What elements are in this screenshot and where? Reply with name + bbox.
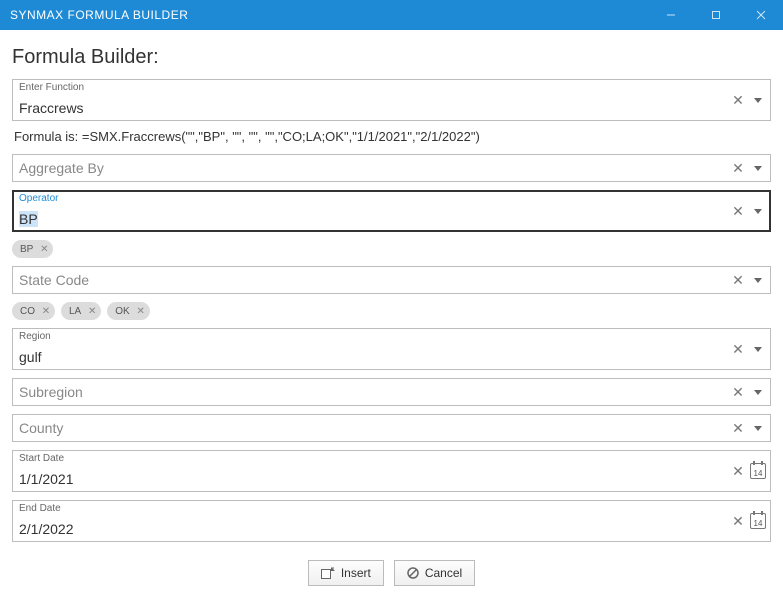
chip-label: BP: [20, 244, 33, 255]
formula-display: Formula is: =SMX.Fraccrews("","BP", "", …: [14, 129, 769, 144]
operator-value: BP: [13, 191, 728, 231]
maximize-button[interactable]: [693, 0, 738, 30]
cancel-icon: [407, 567, 419, 579]
close-icon[interactable]: ✕: [39, 304, 53, 318]
cancel-button[interactable]: Cancel: [394, 560, 475, 586]
content-area: Formula Builder: Enter Function Fraccrew…: [0, 30, 783, 598]
subregion-placeholder: Subregion: [13, 379, 728, 405]
chevron-down-icon[interactable]: [748, 415, 768, 441]
region-field[interactable]: Region gulf ✕: [12, 328, 771, 370]
clear-icon[interactable]: ✕: [728, 458, 748, 484]
chip-label: CO: [20, 306, 35, 317]
chip-bp: BP ✕: [12, 240, 53, 258]
operator-chips: BP ✕: [12, 240, 771, 258]
formula-prefix: Formula is:: [14, 129, 82, 144]
county-field[interactable]: County ✕: [12, 414, 771, 442]
insert-button[interactable]: Insert: [308, 560, 384, 586]
close-icon[interactable]: ✕: [37, 242, 51, 256]
chip-co: CO ✕: [12, 302, 55, 320]
chevron-down-icon[interactable]: [748, 87, 768, 113]
chip-ok: OK ✕: [107, 302, 149, 320]
chip-label: LA: [69, 306, 81, 317]
aggregate-by-placeholder: Aggregate By: [13, 155, 728, 181]
clear-icon[interactable]: ✕: [728, 155, 748, 181]
titlebar: SYNMAX FORMULA BUILDER: [0, 0, 783, 30]
start-date-field[interactable]: Start Date 1/1/2021 ✕ 14: [12, 450, 771, 492]
chevron-down-icon[interactable]: [748, 336, 768, 362]
county-placeholder: County: [13, 415, 728, 441]
chevron-down-icon[interactable]: [748, 155, 768, 181]
clear-icon[interactable]: ✕: [728, 87, 748, 113]
close-icon[interactable]: ✕: [134, 304, 148, 318]
formula-string: =SMX.Fraccrews("","BP", "", "", "","CO;L…: [82, 129, 480, 144]
clear-icon[interactable]: ✕: [728, 336, 748, 362]
chevron-down-icon[interactable]: [748, 267, 768, 293]
aggregate-by-field[interactable]: Aggregate By ✕: [12, 154, 771, 182]
window-controls: [648, 0, 783, 30]
clear-icon[interactable]: ✕: [728, 415, 748, 441]
enter-function-field[interactable]: Enter Function Fraccrews ✕: [12, 79, 771, 121]
chevron-down-icon[interactable]: [748, 198, 768, 224]
clear-icon[interactable]: ✕: [728, 379, 748, 405]
state-chips: CO ✕ LA ✕ OK ✕: [12, 302, 771, 320]
clear-icon[interactable]: ✕: [728, 508, 748, 534]
chip-la: LA ✕: [61, 302, 101, 320]
page-title: Formula Builder:: [12, 46, 771, 69]
calendar-icon[interactable]: 14: [748, 508, 768, 534]
end-date-value: 2/1/2022: [13, 501, 728, 541]
calendar-icon[interactable]: 14: [748, 458, 768, 484]
region-value: gulf: [13, 329, 728, 369]
clear-icon[interactable]: ✕: [728, 267, 748, 293]
start-date-value: 1/1/2021: [13, 451, 728, 491]
operator-field[interactable]: Operator BP ✕: [12, 190, 771, 232]
minimize-button[interactable]: [648, 0, 693, 30]
end-date-field[interactable]: End Date 2/1/2022 ✕ 14: [12, 500, 771, 542]
chip-label: OK: [115, 306, 129, 317]
close-button[interactable]: [738, 0, 783, 30]
chevron-down-icon[interactable]: [748, 379, 768, 405]
state-code-placeholder: State Code: [13, 267, 728, 293]
insert-label: Insert: [341, 566, 371, 580]
close-icon[interactable]: ✕: [85, 304, 99, 318]
cancel-label: Cancel: [425, 566, 462, 580]
state-code-field[interactable]: State Code ✕: [12, 266, 771, 294]
insert-icon: [321, 567, 335, 579]
enter-function-value: Fraccrews: [13, 80, 728, 120]
clear-icon[interactable]: ✕: [728, 198, 748, 224]
subregion-field[interactable]: Subregion ✕: [12, 378, 771, 406]
titlebar-text: SYNMAX FORMULA BUILDER: [10, 8, 648, 22]
button-row: Insert Cancel: [12, 560, 771, 586]
